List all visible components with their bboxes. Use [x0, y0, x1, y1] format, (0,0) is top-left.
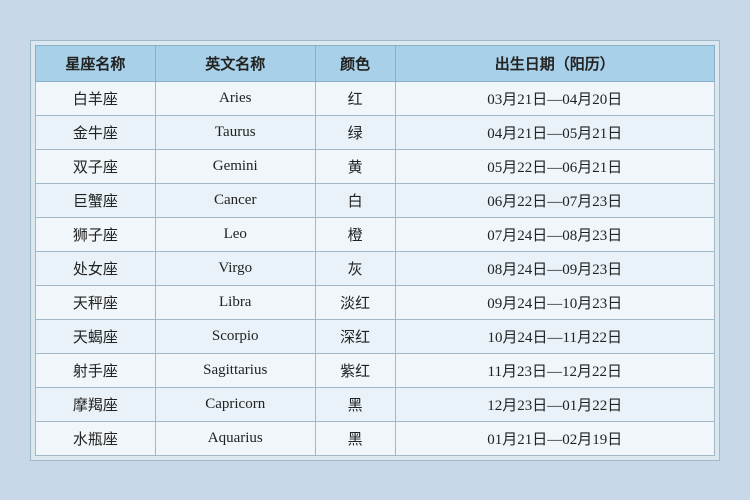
cell-english: Aries [155, 81, 315, 115]
table-row: 白羊座Aries红03月21日—04月20日 [36, 81, 715, 115]
header-chinese-name: 星座名称 [36, 45, 156, 81]
cell-color: 红 [315, 81, 395, 115]
cell-english: Virgo [155, 251, 315, 285]
header-english-name: 英文名称 [155, 45, 315, 81]
cell-english: Cancer [155, 183, 315, 217]
cell-chinese: 双子座 [36, 149, 156, 183]
cell-date: 11月23日—12月22日 [395, 353, 714, 387]
cell-date: 03月21日—04月20日 [395, 81, 714, 115]
cell-color: 黑 [315, 421, 395, 455]
cell-date: 05月22日—06月21日 [395, 149, 714, 183]
table-row: 天秤座Libra淡红09月24日—10月23日 [36, 285, 715, 319]
cell-chinese: 金牛座 [36, 115, 156, 149]
table-row: 双子座Gemini黄05月22日—06月21日 [36, 149, 715, 183]
cell-date: 06月22日—07月23日 [395, 183, 714, 217]
cell-date: 12月23日—01月22日 [395, 387, 714, 421]
cell-date: 01月21日—02月19日 [395, 421, 714, 455]
table-row: 狮子座Leo橙07月24日—08月23日 [36, 217, 715, 251]
cell-date: 10月24日—11月22日 [395, 319, 714, 353]
cell-chinese: 白羊座 [36, 81, 156, 115]
cell-color: 淡红 [315, 285, 395, 319]
cell-color: 白 [315, 183, 395, 217]
cell-chinese: 天蝎座 [36, 319, 156, 353]
cell-date: 09月24日—10月23日 [395, 285, 714, 319]
cell-color: 灰 [315, 251, 395, 285]
table-row: 金牛座Taurus绿04月21日—05月21日 [36, 115, 715, 149]
cell-date: 07月24日—08月23日 [395, 217, 714, 251]
cell-date: 08月24日—09月23日 [395, 251, 714, 285]
cell-chinese: 天秤座 [36, 285, 156, 319]
table-row: 射手座Sagittarius紫红11月23日—12月22日 [36, 353, 715, 387]
cell-chinese: 巨蟹座 [36, 183, 156, 217]
header-date: 出生日期（阳历） [395, 45, 714, 81]
table-row: 天蝎座Scorpio深红10月24日—11月22日 [36, 319, 715, 353]
table-header-row: 星座名称 英文名称 颜色 出生日期（阳历） [36, 45, 715, 81]
cell-english: Taurus [155, 115, 315, 149]
cell-english: Scorpio [155, 319, 315, 353]
cell-color: 紫红 [315, 353, 395, 387]
cell-chinese: 狮子座 [36, 217, 156, 251]
zodiac-table-container: 星座名称 英文名称 颜色 出生日期（阳历） 白羊座Aries红03月21日—04… [30, 40, 720, 461]
cell-english: Leo [155, 217, 315, 251]
zodiac-table: 星座名称 英文名称 颜色 出生日期（阳历） 白羊座Aries红03月21日—04… [35, 45, 715, 456]
table-row: 巨蟹座Cancer白06月22日—07月23日 [36, 183, 715, 217]
table-body: 白羊座Aries红03月21日—04月20日金牛座Taurus绿04月21日—0… [36, 81, 715, 455]
cell-chinese: 摩羯座 [36, 387, 156, 421]
cell-english: Sagittarius [155, 353, 315, 387]
cell-english: Gemini [155, 149, 315, 183]
cell-color: 黑 [315, 387, 395, 421]
cell-color: 绿 [315, 115, 395, 149]
table-row: 摩羯座Capricorn黑12月23日—01月22日 [36, 387, 715, 421]
table-row: 水瓶座Aquarius黑01月21日—02月19日 [36, 421, 715, 455]
cell-english: Capricorn [155, 387, 315, 421]
cell-chinese: 射手座 [36, 353, 156, 387]
table-row: 处女座Virgo灰08月24日—09月23日 [36, 251, 715, 285]
cell-chinese: 水瓶座 [36, 421, 156, 455]
cell-color: 深红 [315, 319, 395, 353]
cell-color: 黄 [315, 149, 395, 183]
header-color: 颜色 [315, 45, 395, 81]
cell-date: 04月21日—05月21日 [395, 115, 714, 149]
cell-english: Libra [155, 285, 315, 319]
cell-chinese: 处女座 [36, 251, 156, 285]
cell-english: Aquarius [155, 421, 315, 455]
cell-color: 橙 [315, 217, 395, 251]
